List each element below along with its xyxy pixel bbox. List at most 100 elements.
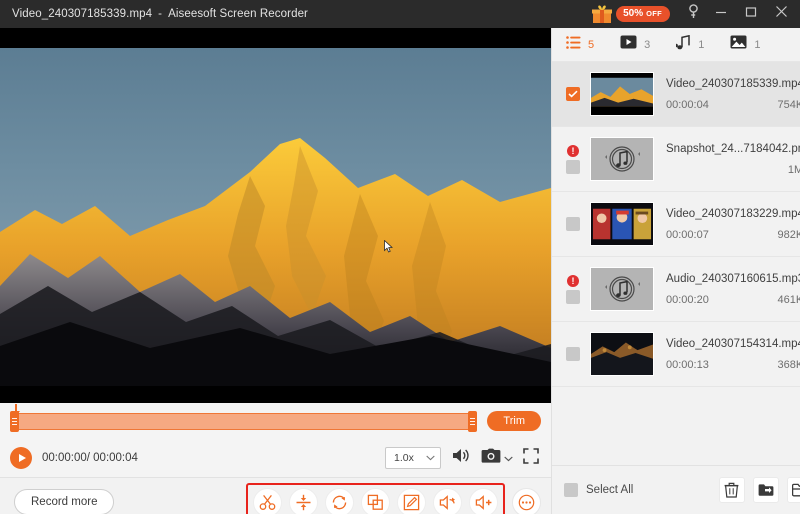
file-checkbox[interactable]: [566, 160, 580, 174]
list-icon: [566, 36, 581, 54]
file-status-column: [562, 217, 584, 231]
file-name: Video_240307185339.mp4: [666, 78, 800, 90]
minimize-icon: [715, 5, 727, 23]
letterbox-bottom: [0, 386, 551, 403]
convert-rotate-icon[interactable]: [325, 488, 354, 514]
warning-icon[interactable]: !: [567, 145, 579, 157]
register-key-button[interactable]: [680, 0, 706, 28]
list-item[interactable]: !: [552, 127, 800, 192]
file-duration: 00:00:04: [666, 99, 778, 111]
tab-all[interactable]: 5: [566, 36, 594, 54]
list-item[interactable]: Video_240307183229.mp4 00:00:07 982KB: [552, 192, 800, 257]
promo-percent: 50%: [623, 8, 643, 19]
file-meta: Audio_240307160615.mp3 00:00:20 461KB: [666, 273, 800, 306]
file-meta: Video_240307185339.mp4 00:00:04 754KB: [666, 78, 800, 111]
timeline-track-area[interactable]: [10, 410, 477, 432]
select-all-control[interactable]: Select All: [564, 483, 633, 497]
main-body: Trim 00:00:00/ 00:00:04 1.0x: [0, 28, 800, 514]
list-item[interactable]: Video_240307185339.mp4 00:00:04 754KB: [552, 62, 800, 127]
file-duration: 00:00:20: [666, 294, 778, 306]
time-display: 00:00:00/ 00:00:04: [42, 452, 138, 464]
window-title-file: Video_240307185339.mp4: [12, 8, 152, 20]
volume-boost-icon[interactable]: [469, 488, 498, 514]
timeline-track[interactable]: [10, 413, 477, 430]
play-button[interactable]: [10, 447, 32, 469]
player-controls: 00:00:00/ 00:00:04 1.0x: [0, 439, 551, 477]
file-subinfo: 00:00:07 982KB: [666, 229, 800, 241]
file-meta: Video_240307154314.mp4 00:00:13 368KB: [666, 338, 800, 371]
playback-speed-value: 1.0x: [394, 452, 414, 464]
chevron-down-icon[interactable]: [504, 449, 513, 467]
file-name: Audio_240307160615.mp3: [666, 273, 800, 285]
file-size: 982KB: [778, 229, 800, 241]
trash-icon[interactable]: [719, 477, 745, 503]
snapshot-button[interactable]: [481, 448, 513, 469]
camera-icon: [481, 448, 501, 469]
file-thumbnail: [590, 72, 654, 116]
open-folder-icon[interactable]: [787, 477, 800, 503]
select-all-label: Select All: [586, 484, 633, 496]
bottom-toolbar: Record more: [0, 477, 551, 514]
list-item[interactable]: Video_240307154314.mp4 00:00:13 368KB: [552, 322, 800, 387]
tab-image-count: 1: [754, 39, 760, 51]
video-preview[interactable]: [0, 28, 551, 403]
merge-copy-icon[interactable]: [361, 488, 390, 514]
file-meta: Video_240307183229.mp4 00:00:07 982KB: [666, 208, 800, 241]
tab-video[interactable]: 3: [620, 35, 650, 54]
file-thumbnail: [590, 332, 654, 376]
close-icon: [775, 5, 788, 23]
file-duration: 00:00:07: [666, 229, 778, 241]
editing-actions-group: [246, 483, 505, 514]
promo-banner[interactable]: 50%OFF: [591, 4, 670, 24]
title-bar-right: 50%OFF: [591, 0, 800, 28]
maximize-button[interactable]: [736, 0, 766, 28]
player-pane: Trim 00:00:00/ 00:00:04 1.0x: [0, 28, 551, 514]
file-checkbox[interactable]: [566, 290, 580, 304]
file-list[interactable]: Video_240307185339.mp4 00:00:04 754KB !: [552, 62, 800, 465]
playback-speed-select[interactable]: 1.0x: [385, 447, 441, 469]
split-icon[interactable]: [289, 488, 318, 514]
tab-audio[interactable]: 1: [676, 35, 704, 55]
minimize-button[interactable]: [706, 0, 736, 28]
warning-icon[interactable]: !: [567, 275, 579, 287]
file-duration: 00:00:13: [666, 359, 778, 371]
promo-off: OFF: [646, 9, 662, 18]
trim-button[interactable]: Trim: [487, 411, 541, 431]
file-size: 1MB: [788, 164, 800, 176]
file-panel: 5 3: [551, 28, 800, 514]
file-checkbox[interactable]: [566, 217, 580, 231]
close-button[interactable]: [766, 0, 796, 28]
record-more-button[interactable]: Record more: [14, 489, 114, 514]
fullscreen-button[interactable]: [523, 448, 539, 469]
window-title-app: Aiseesoft Screen Recorder: [168, 8, 308, 20]
file-thumbnail: [590, 137, 654, 181]
edit-pencil-icon[interactable]: [397, 488, 426, 514]
file-name: Video_240307154314.mp4: [666, 338, 800, 350]
promo-badge[interactable]: 50%OFF: [616, 6, 670, 22]
trim-handle-right-icon[interactable]: [468, 411, 477, 432]
file-size: 754KB: [778, 99, 800, 111]
file-checkbox[interactable]: [566, 87, 580, 101]
file-duration: [666, 164, 788, 176]
file-name: Snapshot_24...7184042.png: [666, 143, 800, 155]
file-subinfo: 00:00:04 754KB: [666, 99, 800, 111]
playhead-marker[interactable]: [15, 404, 17, 416]
audio-export-icon[interactable]: [433, 488, 462, 514]
maximize-icon: [745, 5, 757, 23]
file-subinfo: 1MB: [666, 164, 800, 176]
file-status-column: !: [562, 275, 584, 304]
file-checkbox[interactable]: [566, 347, 580, 361]
chevron-down-icon: [426, 452, 435, 464]
file-panel-footer: Select All: [552, 465, 800, 514]
app-window: Video_240307185339.mp4 - Aiseesoft Scree…: [0, 0, 800, 514]
list-item[interactable]: !: [552, 257, 800, 322]
tab-image[interactable]: 1: [730, 35, 760, 54]
more-ellipsis-icon[interactable]: [512, 488, 541, 514]
volume-button[interactable]: [451, 447, 471, 469]
tab-video-count: 3: [644, 39, 650, 51]
image-icon: [730, 35, 747, 54]
trim-scissors-icon[interactable]: [253, 488, 282, 514]
share-folder-icon[interactable]: [753, 477, 779, 503]
fullscreen-icon: [523, 448, 539, 469]
select-all-checkbox[interactable]: [564, 483, 578, 497]
